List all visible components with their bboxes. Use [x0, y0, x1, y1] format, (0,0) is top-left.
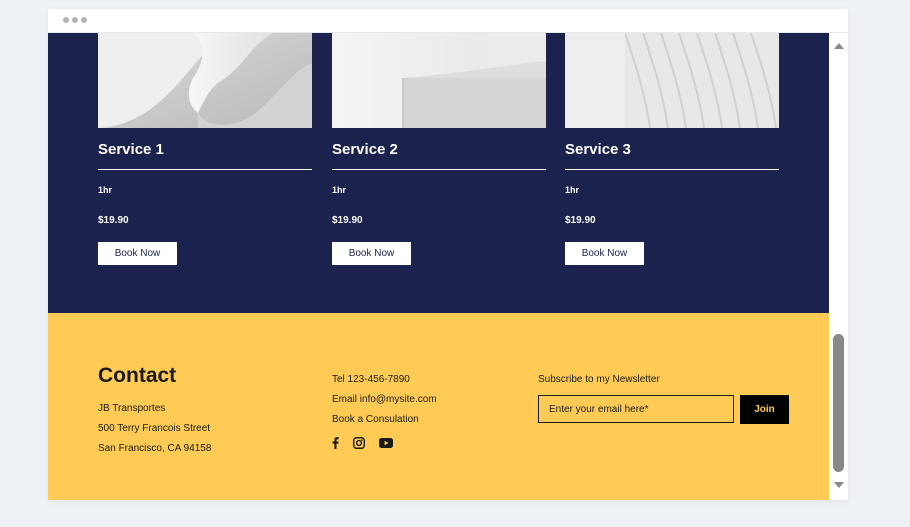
page-viewport: Service 1 1hr $19.90 Book Now Service 2 … [48, 33, 829, 500]
contact-footer: Contact JB Transportes 500 Terry Francoi… [48, 313, 829, 500]
service-card-1: Service 1 1hr $19.90 Book Now [98, 33, 312, 265]
contact-title: Contact [98, 364, 177, 387]
scroll-down-arrow-icon[interactable] [834, 482, 844, 488]
service-image-3 [565, 33, 779, 128]
service-duration: 1hr [565, 185, 580, 195]
window-dot-icon[interactable] [72, 17, 78, 23]
window-dot-icon[interactable] [63, 17, 69, 23]
divider [332, 169, 546, 170]
newsletter-label: Subscribe to my Newsletter [538, 374, 660, 385]
browser-window: Service 1 1hr $19.90 Book Now Service 2 … [48, 9, 848, 500]
instagram-icon[interactable] [353, 437, 365, 449]
scrollbar-thumb[interactable] [833, 334, 844, 472]
service-price: $19.90 [565, 215, 596, 226]
service-title: Service 1 [98, 141, 164, 158]
service-duration: 1hr [98, 185, 113, 195]
service-image-1 [98, 33, 312, 128]
service-price: $19.90 [332, 215, 363, 226]
service-image-2 [332, 33, 546, 128]
service-duration: 1hr [332, 185, 347, 195]
youtube-icon[interactable] [379, 438, 393, 448]
scroll-up-arrow-icon[interactable] [834, 43, 844, 49]
service-title: Service 2 [332, 141, 398, 158]
join-button[interactable]: Join [740, 395, 789, 424]
book-now-button[interactable]: Book Now [565, 242, 644, 265]
window-controls[interactable] [63, 17, 87, 23]
email-address[interactable]: Email info@mysite.com [332, 394, 437, 405]
service-card-3: Service 3 1hr $19.90 Book Now [565, 33, 779, 265]
window-dot-icon[interactable] [81, 17, 87, 23]
city-address: San Francisco, CA 94158 [98, 443, 212, 454]
book-now-button[interactable]: Book Now [98, 242, 177, 265]
book-now-button[interactable]: Book Now [332, 242, 411, 265]
newsletter-email-input[interactable] [538, 395, 734, 423]
services-section: Service 1 1hr $19.90 Book Now Service 2 … [48, 33, 829, 313]
divider [98, 169, 312, 170]
service-card-2: Service 2 1hr $19.90 Book Now [332, 33, 546, 265]
book-consultation-link[interactable]: Book a Consulation [332, 414, 419, 425]
window-titlebar [48, 9, 848, 33]
phone-number: Tel 123-456-7890 [332, 374, 410, 385]
service-price: $19.90 [98, 215, 129, 226]
service-title: Service 3 [565, 141, 631, 158]
company-name: JB Transportes [98, 403, 166, 414]
divider [565, 169, 779, 170]
facebook-icon[interactable] [332, 437, 339, 449]
street-address: 500 Terry Francois Street [98, 423, 211, 434]
vertical-scrollbar[interactable] [829, 33, 848, 500]
social-links [332, 437, 393, 449]
